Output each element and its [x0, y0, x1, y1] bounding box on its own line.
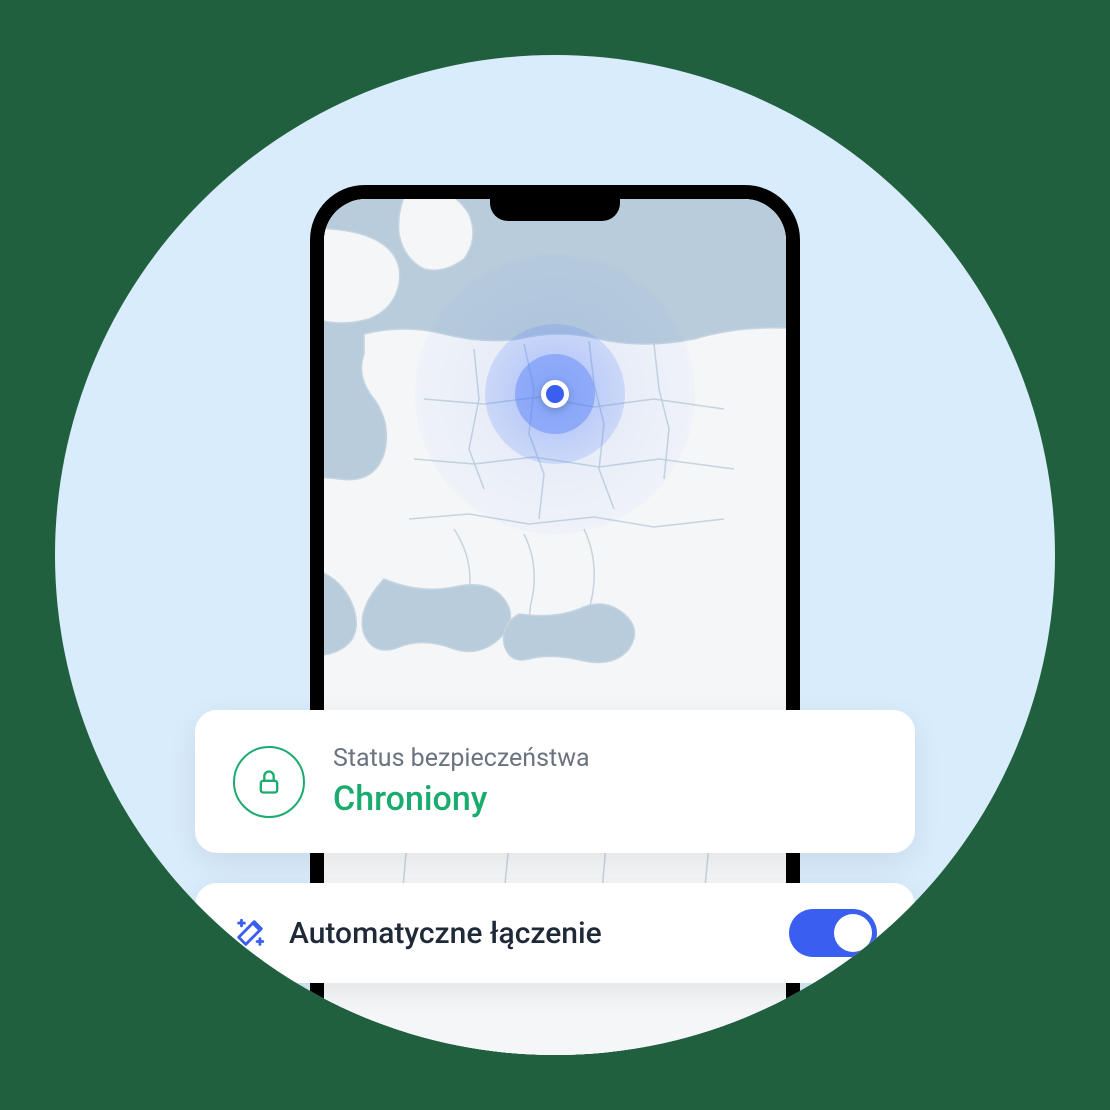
toggle-knob: [834, 914, 872, 952]
phone-notch: [490, 199, 620, 221]
auto-connect-toggle[interactable]: [789, 909, 877, 957]
magic-wand-icon: [233, 916, 267, 950]
auto-connect-card: Automatyczne łączenie: [195, 883, 915, 983]
security-status-label: Status bezpieczeństwa: [333, 744, 590, 773]
info-cards: Status bezpieczeństwa Chroniony Automaty…: [195, 710, 915, 983]
status-text-group: Status bezpieczeństwa Chroniony: [333, 744, 590, 819]
location-dot: [541, 380, 569, 408]
lock-icon: [233, 746, 305, 818]
security-status-card: Status bezpieczeństwa Chroniony: [195, 710, 915, 853]
security-status-value: Chroniony: [333, 779, 590, 819]
background-circle: Status bezpieczeństwa Chroniony Automaty…: [55, 55, 1055, 1055]
auto-connect-label: Automatyczne łączenie: [289, 916, 767, 951]
